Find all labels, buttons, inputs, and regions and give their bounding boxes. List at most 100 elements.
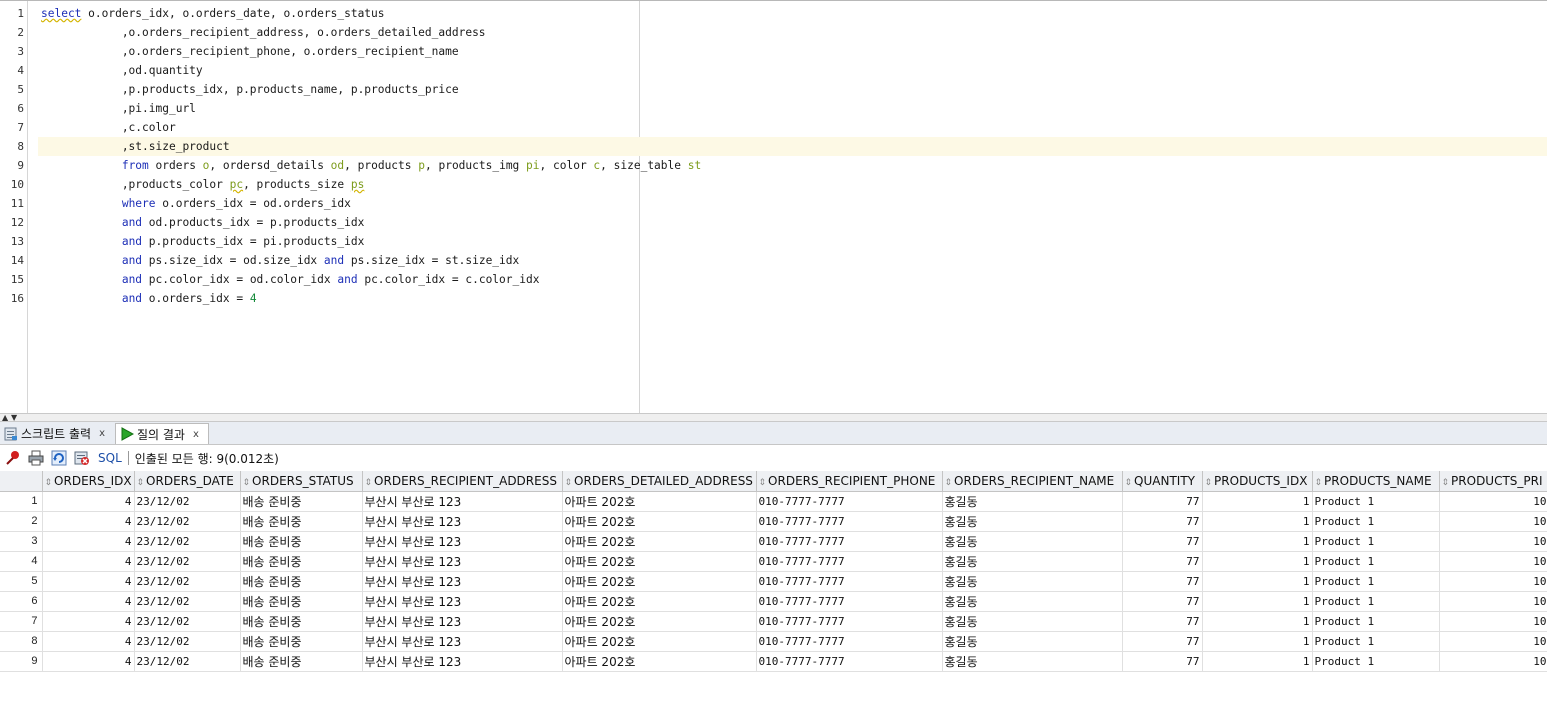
table-cell[interactable]: 배송 준비중	[240, 531, 363, 552]
sort-icon[interactable]: ⇕	[137, 478, 145, 488]
code-line[interactable]: select o.orders_idx, o.orders_date, o.or…	[38, 4, 1547, 23]
code-line[interactable]: ,p.products_idx, p.products_name, p.prod…	[38, 80, 1547, 99]
table-cell[interactable]: 4	[42, 551, 135, 572]
row-number[interactable]: 1	[0, 491, 43, 512]
table-cell[interactable]: 10	[1439, 511, 1547, 532]
table-cell[interactable]: Product 1	[1312, 531, 1440, 552]
sort-icon[interactable]: ⇕	[759, 478, 767, 488]
table-cell[interactable]: 23/12/02	[134, 571, 241, 592]
collapse-up-icon[interactable]: ▲	[2, 414, 8, 422]
table-cell[interactable]: 23/12/02	[134, 651, 241, 672]
table-cell[interactable]: 아파트 202호	[562, 491, 757, 512]
table-cell[interactable]: 부산시 부산로 123	[362, 611, 563, 632]
sql-editor[interactable]: 1 2 3 4 5 6 7 8 9 10 11 12 13 14 15 16 select o.orders_…	[0, 0, 1547, 413]
table-cell[interactable]: Product 1	[1312, 591, 1440, 612]
table-cell[interactable]: Product 1	[1312, 631, 1440, 652]
table-cell[interactable]: Product 1	[1312, 491, 1440, 512]
table-cell[interactable]: 배송 준비중	[240, 651, 363, 672]
table-cell[interactable]: 배송 준비중	[240, 611, 363, 632]
column-header[interactable]: ⇕ PRODUCTS_IDX	[1202, 471, 1313, 492]
table-cell[interactable]: 아파트 202호	[562, 571, 757, 592]
code-line[interactable]: and ps.size_idx = od.size_idx and ps.siz…	[38, 251, 1547, 270]
table-cell[interactable]: 아파트 202호	[562, 551, 757, 572]
column-header[interactable]: ⇕ ORDERS_DATE	[134, 471, 241, 492]
table-cell[interactable]: 4	[42, 631, 135, 652]
table-cell[interactable]: 77	[1122, 631, 1203, 652]
code-line[interactable]: and pc.color_idx = od.color_idx and pc.c…	[38, 270, 1547, 289]
table-cell[interactable]: 1	[1202, 611, 1313, 632]
table-cell[interactable]: 홍길동	[942, 491, 1123, 512]
sort-icon[interactable]: ⇕	[1315, 478, 1323, 488]
table-cell[interactable]: 1	[1202, 631, 1313, 652]
code-line[interactable]: ,pi.img_url	[38, 99, 1547, 118]
table-row[interactable]: 5 4 23/12/02 배송 준비중 부산시 부산로 123 아파트 202호 010-7…	[0, 571, 1547, 592]
column-header[interactable]: ⇕ ORDERS_DETAILED_ADDRESS	[562, 471, 757, 492]
table-cell[interactable]: 아파트 202호	[562, 631, 757, 652]
column-header[interactable]: ⇕ ORDERS_RECIPIENT_PHONE	[756, 471, 943, 492]
table-cell[interactable]: 4	[42, 651, 135, 672]
table-row[interactable]: 7 4 23/12/02 배송 준비중 부산시 부산로 123 아파트 202호 010-7…	[0, 611, 1547, 632]
table-cell[interactable]: 1	[1202, 651, 1313, 672]
sort-icon[interactable]: ⇕	[365, 478, 373, 488]
column-header[interactable]: ⇕ ORDERS_RECIPIENT_ADDRESS	[362, 471, 563, 492]
table-cell[interactable]: 홍길동	[942, 651, 1123, 672]
table-cell[interactable]: 77	[1122, 511, 1203, 532]
table-row[interactable]: 2 4 23/12/02 배송 준비중 부산시 부산로 123 아파트 202호 010-7…	[0, 511, 1547, 532]
table-cell[interactable]: 홍길동	[942, 611, 1123, 632]
table-cell[interactable]: 홍길동	[942, 511, 1123, 532]
column-header[interactable]: ⇕ PRODUCTS_PRI	[1439, 471, 1547, 492]
table-cell[interactable]: 아파트 202호	[562, 651, 757, 672]
code-line[interactable]: and od.products_idx = p.products_idx	[38, 213, 1547, 232]
row-number[interactable]: 9	[0, 651, 43, 672]
table-cell[interactable]: 부산시 부산로 123	[362, 591, 563, 612]
table-cell[interactable]: 1	[1202, 531, 1313, 552]
row-number[interactable]: 6	[0, 591, 43, 612]
table-cell[interactable]: 23/12/02	[134, 631, 241, 652]
table-cell[interactable]: 부산시 부산로 123	[362, 491, 563, 512]
table-cell[interactable]: 77	[1122, 491, 1203, 512]
table-cell[interactable]: 1	[1202, 511, 1313, 532]
code-line[interactable]: ,o.orders_recipient_phone, o.orders_reci…	[38, 42, 1547, 61]
table-cell[interactable]: 23/12/02	[134, 611, 241, 632]
table-cell[interactable]: 10	[1439, 651, 1547, 672]
close-icon[interactable]: x	[193, 429, 199, 440]
row-number[interactable]: 2	[0, 511, 43, 532]
cancel-query-icon[interactable]	[72, 448, 92, 468]
table-cell[interactable]: 홍길동	[942, 591, 1123, 612]
result-grid[interactable]: ⇕ ORDERS_IDX ⇕ ORDERS_DATE ⇕ ORDERS_STATUS ⇕ OR…	[0, 471, 1547, 718]
row-number[interactable]: 5	[0, 571, 43, 592]
table-cell[interactable]: 1	[1202, 551, 1313, 572]
table-cell[interactable]: 부산시 부산로 123	[362, 651, 563, 672]
code-line[interactable]: ,c.color	[38, 118, 1547, 137]
code-line[interactable]: ,od.quantity	[38, 61, 1547, 80]
pin-icon[interactable]	[3, 448, 23, 468]
sort-icon[interactable]: ⇕	[45, 478, 53, 488]
print-icon[interactable]	[26, 448, 46, 468]
column-header[interactable]: ⇕ PRODUCTS_NAME	[1312, 471, 1440, 492]
table-cell[interactable]: 배송 준비중	[240, 631, 363, 652]
table-row[interactable]: 3 4 23/12/02 배송 준비중 부산시 부산로 123 아파트 202호 010-7…	[0, 531, 1547, 552]
table-cell[interactable]: 아파트 202호	[562, 611, 757, 632]
table-cell[interactable]: 부산시 부산로 123	[362, 511, 563, 532]
row-number[interactable]: 3	[0, 531, 43, 552]
table-cell[interactable]: 1	[1202, 491, 1313, 512]
table-cell[interactable]: 아파트 202호	[562, 591, 757, 612]
sort-icon[interactable]: ⇕	[1205, 478, 1213, 488]
table-cell[interactable]: 아파트 202호	[562, 511, 757, 532]
table-cell[interactable]: 부산시 부산로 123	[362, 631, 563, 652]
sort-icon[interactable]: ⇕	[565, 478, 573, 488]
table-cell[interactable]: 배송 준비중	[240, 491, 363, 512]
table-cell[interactable]: 1	[1202, 591, 1313, 612]
table-cell[interactable]: 4	[42, 491, 135, 512]
table-cell[interactable]: 77	[1122, 571, 1203, 592]
table-cell[interactable]: 4	[42, 611, 135, 632]
table-cell[interactable]: 77	[1122, 551, 1203, 572]
code-line[interactable]: from orders o, ordersd_details od, produ…	[38, 156, 1547, 175]
grid-corner[interactable]	[0, 471, 43, 492]
table-cell[interactable]: 77	[1122, 531, 1203, 552]
sort-icon[interactable]: ⇕	[243, 478, 251, 488]
sql-button[interactable]: SQL	[98, 451, 122, 465]
table-cell[interactable]: 홍길동	[942, 551, 1123, 572]
table-cell[interactable]: 010-7777-7777	[756, 651, 943, 672]
sort-icon[interactable]: ⇕	[1442, 478, 1450, 488]
